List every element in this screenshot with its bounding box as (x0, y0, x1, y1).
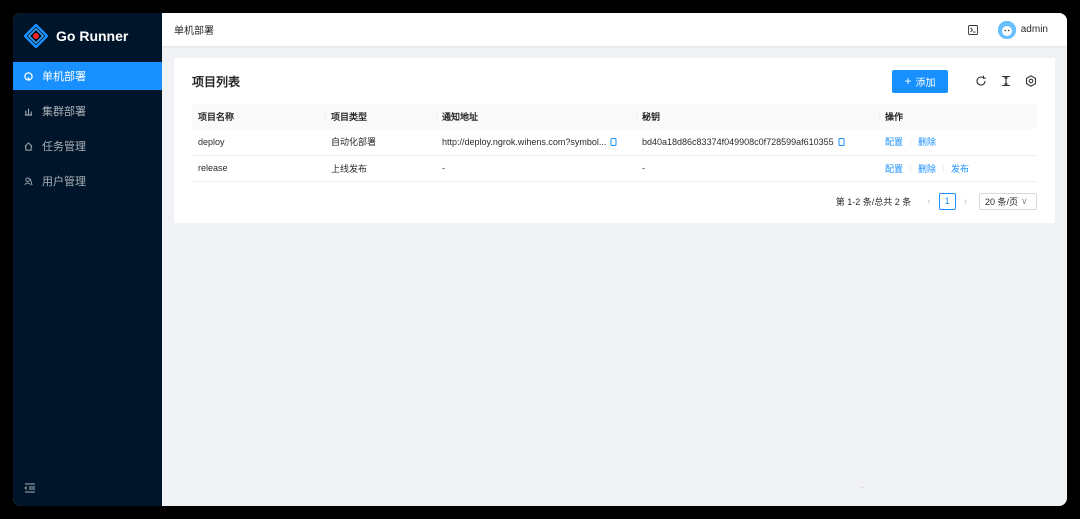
divider (943, 164, 945, 173)
sidebar-item-label: 单机部署 (42, 71, 86, 83)
delete-link[interactable]: 删除 (918, 137, 936, 147)
prev-page-icon[interactable]: ‹ (927, 196, 930, 207)
sidebar-menu: 单机部署 集群部署 任务管理 用户管理 (13, 62, 162, 195)
column-height-icon[interactable] (1000, 75, 1012, 87)
project-name: deploy (192, 129, 325, 156)
cluster-icon (24, 107, 33, 116)
breadcrumb[interactable]: 单机部署 (174, 22, 968, 37)
divider (910, 138, 912, 147)
delete-link[interactable]: 删除 (918, 164, 936, 174)
column-header-actions: 操作 (879, 104, 1037, 129)
card-header: 项目列表 + 添加 (174, 58, 1055, 104)
github-icon (24, 71, 33, 81)
avatar-icon (997, 20, 1016, 39)
avatar[interactable] (997, 20, 1016, 39)
sidebar-item-single-deploy[interactable]: 单机部署 (13, 62, 162, 90)
actions-cell: 配置 删除 (879, 129, 1037, 156)
terminal-icon[interactable] (967, 24, 978, 35)
page-size-select[interactable]: 20 条/页 ∨ (979, 192, 1037, 210)
column-header-type: 项目类型 (325, 104, 436, 129)
main-area: 单机部署 admin 项目列表 + 添加 项目名称 项目类型 通知地址 秘钥 操… (162, 13, 1067, 506)
username[interactable]: admin (1021, 24, 1048, 35)
publish-link[interactable]: 发布 (951, 164, 969, 174)
plus-icon: + (904, 74, 912, 88)
table-header-row: 项目名称 项目类型 通知地址 秘钥 操作 (192, 104, 1037, 129)
secret-key: - (636, 155, 879, 182)
logo-icon (24, 24, 48, 48)
copy-icon[interactable] (610, 137, 617, 146)
page-size-value: 20 条/页 (985, 196, 1019, 207)
card-title: 项目列表 (192, 74, 241, 89)
actions-cell: 配置 删除 发布 (879, 155, 1037, 182)
project-type: 上线发布 (325, 155, 436, 182)
next-page-icon[interactable]: › (964, 196, 967, 207)
add-button-label: 添加 (915, 77, 936, 89)
sidebar-item-task-manage[interactable]: 任务管理 (13, 132, 162, 160)
config-link[interactable]: 配置 (885, 164, 903, 174)
secret-cell: bd40a18d86c83374f049908c0f728599af610355 (636, 129, 879, 156)
divider (910, 164, 912, 173)
app-name: Go Runner (56, 28, 129, 44)
project-name: release (192, 155, 325, 182)
project-table: 项目名称 项目类型 通知地址 秘钥 操作 deploy 自动化部署 http:/… (192, 104, 1037, 182)
reload-icon[interactable] (975, 75, 987, 87)
secret-key: bd40a18d86c83374f049908c0f728599af610355 (642, 136, 834, 147)
column-header-name: 项目名称 (192, 104, 325, 129)
user-icon (24, 176, 33, 186)
add-button[interactable]: + 添加 (892, 69, 948, 93)
sidebar-item-label: 集群部署 (42, 106, 86, 118)
home-icon (24, 141, 33, 151)
top-header: 单机部署 admin (162, 13, 1067, 46)
column-header-secret: 秘钥 (636, 104, 879, 129)
copy-icon[interactable] (838, 137, 845, 146)
sidebar: Go Runner 单机部署 集群部署 任务管理 用户管理 (13, 13, 162, 506)
column-header-url: 通知地址 (436, 104, 636, 129)
sidebar-item-label: 用户管理 (42, 176, 86, 188)
config-link[interactable]: 配置 (885, 137, 903, 147)
setting-icon[interactable] (1025, 75, 1037, 87)
table-row: release 上线发布 - - 配置 删除 发布 (192, 155, 1037, 182)
pagination: 第 1-2 条/总共 2 条 ‹ 1 › 20 条/页 ∨ (174, 192, 1037, 210)
sidebar-item-user-manage[interactable]: 用户管理 (13, 167, 162, 195)
logo[interactable]: Go Runner (13, 13, 162, 59)
decorative-dot (862, 487, 863, 488)
notify-url: - (436, 155, 636, 182)
page-1-button[interactable]: 1 (938, 192, 956, 210)
sidebar-item-label: 任务管理 (42, 141, 86, 153)
pagination-total: 第 1-2 条/总共 2 条 (835, 196, 912, 207)
table-row: deploy 自动化部署 http://deploy.ngrok.wihens.… (192, 129, 1037, 156)
project-type: 自动化部署 (325, 129, 436, 156)
chevron-down-icon: ∨ (1021, 195, 1028, 206)
menu-fold-icon[interactable] (24, 483, 36, 493)
app-window: Go Runner 单机部署 集群部署 任务管理 用户管理 单机部署 admin… (13, 13, 1067, 506)
sidebar-item-cluster-deploy[interactable]: 集群部署 (13, 97, 162, 125)
notify-url-cell: http://deploy.ngrok.wihens.com?symbol... (436, 129, 636, 156)
project-list-card: 项目列表 + 添加 项目名称 项目类型 通知地址 秘钥 操作 deploy 自动… (174, 58, 1055, 223)
notify-url: http://deploy.ngrok.wihens.com?symbol... (442, 136, 607, 147)
